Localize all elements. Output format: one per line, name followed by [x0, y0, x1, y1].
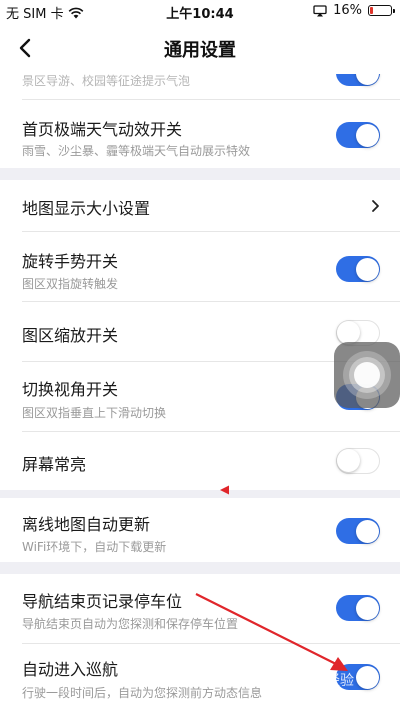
battery-percent: 16% [333, 3, 362, 18]
row-title: 首页极端天气动效开关 [22, 120, 183, 139]
assistive-touch-button[interactable] [334, 342, 400, 408]
setting-row-rotate-gesture: 旋转手势开关 图区双指旋转触发 [0, 232, 400, 302]
toggle-knob [355, 257, 379, 281]
toggle-knob [355, 596, 379, 620]
page-title: 通用设置 [164, 40, 236, 61]
screen-on-toggle[interactable] [336, 448, 380, 474]
offline-update-toggle[interactable] [336, 518, 380, 544]
row-title: 图区缩放开关 [22, 326, 119, 345]
partial-setting-row: 景区导游、校园等征途提示气泡 [0, 74, 400, 100]
partial-row-toggle[interactable] [336, 74, 380, 86]
navigation-bar: 通用设置 [0, 22, 400, 74]
setting-row-parking-record: 导航结束页记录停车位 导航结束页自动为您探测和保存停车位置 [0, 574, 400, 644]
row-subtitle: 导航结束页自动为您探测和保存停车位置 [22, 617, 239, 631]
setting-row-extreme-weather: 首页极端天气动效开关 雨雪、沙尘暴、霾等极端天气自动展示特效 [0, 100, 400, 168]
row-title: 离线地图自动更新 [22, 515, 151, 534]
toggle-knob [355, 519, 379, 543]
row-subtitle: WiFi环境下，自动下载更新 [22, 540, 167, 554]
chevron-right-icon[interactable] [370, 199, 380, 213]
row-title: 地图显示大小设置 [22, 199, 151, 218]
partial-row-subtitle: 景区导游、校园等征途提示气泡 [22, 74, 191, 88]
toggle-knob [355, 665, 379, 689]
setting-row-screen-on: 屏幕常亮 [0, 432, 400, 490]
toggle-knob [337, 321, 360, 344]
setting-row-map-size[interactable]: 地图显示大小设置 [0, 180, 400, 232]
row-subtitle: 图区双指垂直上下滑动切换 [22, 406, 167, 420]
row-title: 屏幕常亮 [22, 455, 87, 474]
row-title: 导航结束页记录停车位 [22, 592, 183, 611]
status-right: 16% [313, 3, 395, 18]
status-bar: 无 SIM 卡 上午10:44 16% [0, 0, 400, 22]
rotate-gesture-toggle[interactable] [336, 256, 380, 282]
setting-row-offline-update: 离线地图自动更新 WiFi环境下，自动下载更新 [0, 498, 400, 562]
toggle-knob [355, 123, 379, 147]
auto-cruise-toggle[interactable] [336, 664, 380, 690]
battery-icon [368, 5, 395, 16]
toggle-knob [337, 449, 360, 472]
airplay-icon [313, 4, 327, 16]
row-title: 切换视角开关 [22, 380, 119, 399]
row-subtitle: 图区双指旋转触发 [22, 277, 119, 291]
setting-row-auto-cruise: 自动进入巡航 行驶一段时间后，自动为您探测前方动态信息 [0, 644, 400, 712]
row-title: 旋转手势开关 [22, 252, 119, 271]
row-subtitle: 行驶一段时间后，自动为您探测前方动态信息 [22, 686, 263, 700]
assistive-ring [354, 362, 380, 388]
row-title: 自动进入巡航 [22, 660, 119, 679]
parking-record-toggle[interactable] [336, 595, 380, 621]
battery-fill [370, 7, 374, 14]
extreme-weather-toggle[interactable] [336, 122, 380, 148]
row-subtitle: 雨雪、沙尘暴、霾等极端天气自动展示特效 [22, 144, 251, 158]
